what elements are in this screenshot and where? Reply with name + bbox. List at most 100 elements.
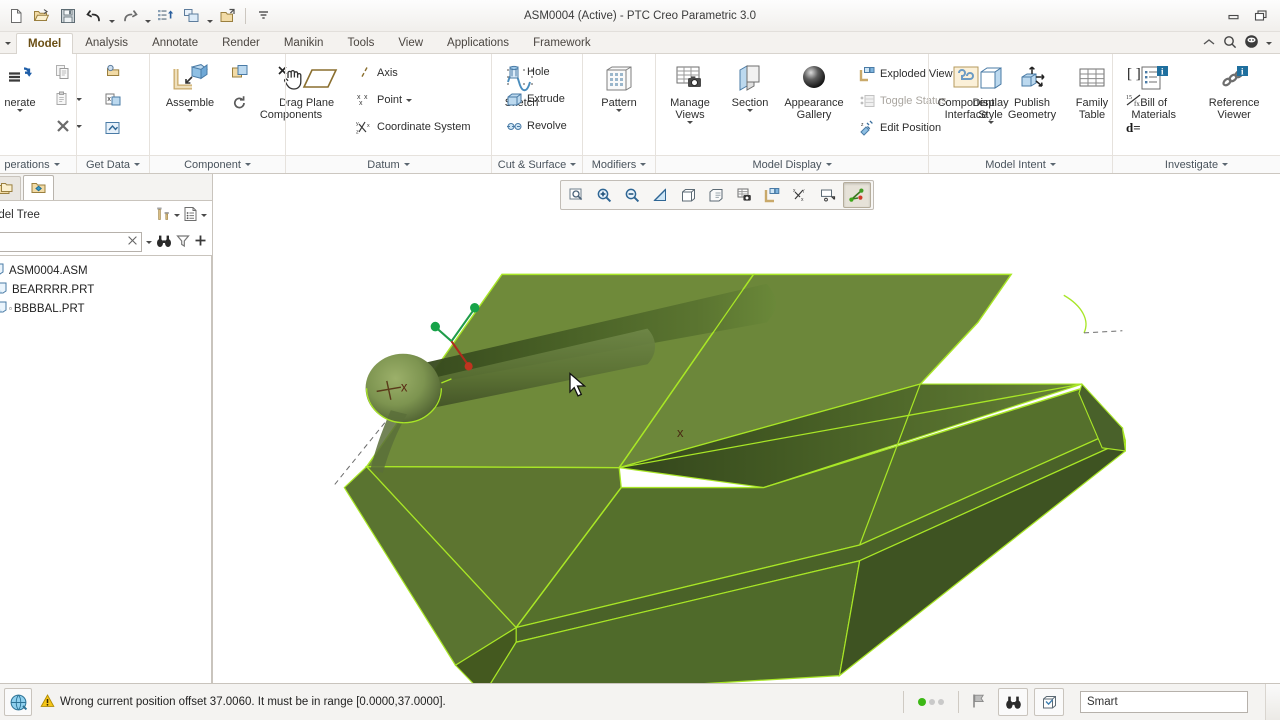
ribbon-group-component: Assemble Drag Components Component [149, 54, 322, 173]
tree-settings-dropdown-arrow[interactable] [201, 213, 207, 217]
regenerate-button[interactable] [153, 3, 178, 28]
close-window-button[interactable] [215, 3, 240, 28]
model-geometry[interactable]: x x [213, 174, 1280, 683]
filter-funnel-icon[interactable] [176, 234, 190, 251]
tab-label: Manikin [283, 37, 324, 49]
file-menu-arrow[interactable] [0, 33, 16, 53]
chevron-down-icon[interactable] [187, 109, 193, 112]
tab-model[interactable]: Model [16, 33, 74, 54]
tab-view[interactable]: View [386, 32, 435, 53]
reference-viewer-button[interactable]: i Reference Viewer [1192, 58, 1276, 122]
window-dropdown-arrow[interactable] [205, 1, 214, 30]
redo-dropdown-arrow[interactable] [143, 1, 152, 30]
model-tree-tab[interactable] [0, 176, 21, 200]
undo-dropdown-arrow[interactable] [107, 1, 116, 30]
window-button[interactable] [179, 3, 204, 28]
tree-settings-icon[interactable] [183, 206, 198, 225]
chevron-down-icon[interactable] [17, 109, 23, 112]
group-label-datum[interactable]: Datum [286, 155, 491, 173]
revolve-button[interactable]: Revolve [500, 113, 572, 139]
web-browser-button[interactable] [4, 688, 32, 716]
repeat-button[interactable] [226, 90, 254, 116]
binoculars-icon[interactable] [156, 234, 172, 251]
group-label-cut-surface[interactable]: Cut & Surface [492, 155, 582, 173]
chevron-down-icon[interactable] [687, 121, 693, 124]
group-label-model-intent[interactable]: Model Intent [929, 155, 1112, 173]
extrude-button[interactable]: Extrude [500, 86, 572, 112]
tab-manikin[interactable]: Manikin [272, 32, 336, 53]
create-component-button[interactable] [226, 60, 254, 86]
panel-tab-bar [0, 174, 212, 200]
datum-plane-button[interactable]: Plane [292, 58, 348, 110]
shrinkwrap-button[interactable] [99, 115, 127, 141]
component-interface-button[interactable]: Component Interface [932, 58, 1000, 122]
tree-item-assembly[interactable]: ASM0004.ASM [0, 261, 211, 280]
flag-icon[interactable] [965, 693, 992, 712]
tab-applications[interactable]: Applications [435, 32, 521, 53]
manage-views-button[interactable]: Manage Views [660, 58, 720, 125]
merge-button[interactable]: x [99, 87, 127, 113]
save-file-button[interactable] [55, 3, 80, 28]
assemble-button[interactable]: Assemble [158, 58, 222, 113]
tab-framework[interactable]: Framework [521, 32, 603, 53]
collapse-ribbon-icon[interactable] [1202, 37, 1216, 50]
search-dropdown-arrow[interactable] [146, 240, 152, 244]
tree-tools-icon[interactable] [156, 206, 171, 225]
restore-button[interactable] [1248, 5, 1274, 27]
tab-annotate[interactable]: Annotate [140, 32, 210, 53]
group-label-model-display[interactable]: Model Display [656, 155, 928, 173]
model-tree-body[interactable]: ASM0004.ASM BEARRRR.PRT ▫ BBBBAL.PRT [0, 255, 212, 683]
new-file-button[interactable] [3, 3, 28, 28]
tab-label: Annotate [152, 37, 199, 49]
plus-icon[interactable] [194, 234, 207, 250]
datum-axis-button[interactable]: Axis [350, 60, 476, 86]
regen-status-indicator[interactable] [910, 698, 952, 706]
regenerate-button[interactable]: nerate [0, 58, 48, 113]
help-dropdown-arrow[interactable] [1266, 41, 1272, 45]
tree-item-label: BEARRRR.PRT [12, 283, 95, 296]
search-icon[interactable] [1223, 35, 1237, 52]
tree-tools-dropdown-arrow[interactable] [174, 213, 180, 217]
help-account-icon[interactable] [1244, 34, 1259, 52]
bill-of-materials-icon: i [1138, 62, 1170, 96]
model-display-button[interactable] [1034, 688, 1064, 716]
search-field[interactable] [0, 235, 127, 249]
search-model-button[interactable] [998, 688, 1028, 716]
search-input[interactable] [0, 232, 142, 252]
redo-button[interactable] [117, 3, 142, 28]
customize-toolbar-button[interactable] [251, 3, 276, 28]
bill-of-materials-button[interactable]: i Bill of Materials [1117, 58, 1190, 122]
undo-button[interactable] [81, 3, 106, 28]
section-button[interactable]: Section [721, 58, 779, 113]
chevron-down-icon[interactable] [616, 109, 622, 112]
group-label-modifiers[interactable]: Modifiers [583, 155, 655, 173]
hole-button[interactable]: Hole [500, 59, 572, 85]
graphics-viewport[interactable]: x x / x x [213, 174, 1280, 683]
minimize-button[interactable] [1220, 5, 1246, 27]
publish-geometry-button[interactable]: Publish Geometry [1000, 58, 1064, 122]
folder-browser-tab[interactable] [23, 175, 54, 200]
coordinate-system-button[interactable]: yz x Coordinate System [350, 114, 476, 140]
selection-filter-dropdown[interactable]: Smart [1080, 691, 1248, 713]
tree-item-part-bbbbal[interactable]: ▫ BBBBAL.PRT [0, 299, 211, 318]
tab-tools[interactable]: Tools [335, 32, 386, 53]
appearance-gallery-button[interactable]: Appearance Gallery [780, 58, 848, 122]
tab-analysis[interactable]: Analysis [73, 32, 140, 53]
tab-render[interactable]: Render [210, 32, 272, 53]
tree-item-part-bearrrr[interactable]: BEARRRR.PRT [0, 280, 211, 299]
pattern-button[interactable]: Pattern [587, 58, 651, 113]
datum-point-button[interactable]: xxx Point [350, 87, 476, 113]
clear-x-icon[interactable] [127, 235, 138, 249]
chevron-down-icon[interactable] [406, 98, 413, 102]
group-label-operations[interactable]: perations [0, 155, 76, 173]
group-label-get-data[interactable]: Get Data [77, 155, 149, 173]
workspace: odel Tree [0, 174, 1280, 683]
group-label-investigate[interactable]: Investigate [1113, 155, 1280, 173]
import-button[interactable] [99, 59, 127, 85]
chevron-down-icon[interactable] [747, 109, 753, 112]
warning-triangle-icon [40, 693, 55, 711]
open-file-button[interactable] [29, 3, 54, 28]
group-label-component[interactable]: Component [150, 155, 285, 173]
model-tree-panel: odel Tree [0, 174, 213, 683]
selection-filter-value: Smart [1087, 696, 1118, 708]
